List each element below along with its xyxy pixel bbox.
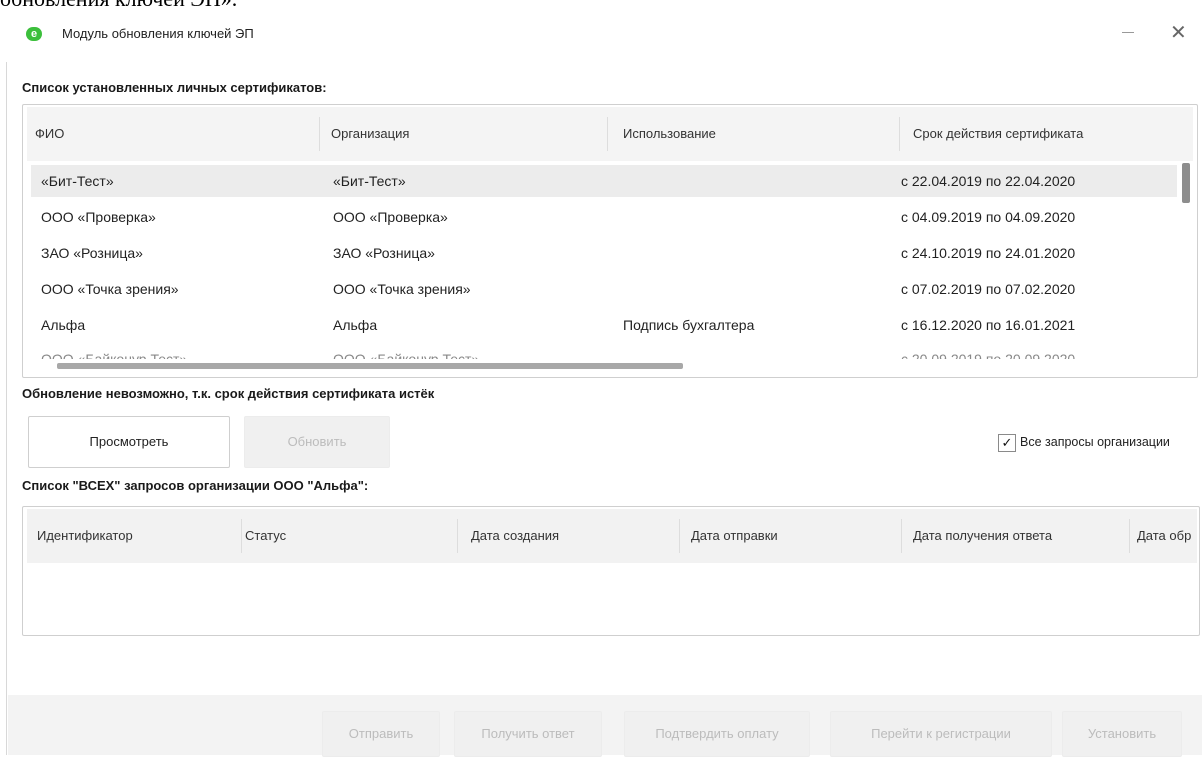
document-caption-fragment: обновления ключей ЭП». <box>0 0 237 12</box>
cell-validity: с 20.09.2019 по 20.09.2020 <box>901 351 1076 359</box>
cell-fio: «Бит-Тест» <box>41 173 114 189</box>
all-requests-checkbox-label[interactable]: Все запросы организации <box>1020 435 1170 449</box>
column-separator[interactable] <box>901 519 902 553</box>
cell-usage: Подпись бухгалтера <box>623 317 755 333</box>
cell-validity: с 04.09.2019 по 04.09.2020 <box>901 209 1076 225</box>
column-header-validity[interactable]: Срок действия сертификата <box>913 107 1083 161</box>
get-response-button[interactable]: Получить ответ <box>454 711 602 757</box>
column-header-usage[interactable]: Использование <box>623 107 716 161</box>
vertical-scrollbar-thumb[interactable] <box>1182 163 1190 203</box>
confirm-payment-button[interactable]: Подтвердить оплату <box>624 711 810 757</box>
column-separator[interactable] <box>319 117 320 151</box>
checkbox-check-icon[interactable]: ✓ <box>998 434 1016 452</box>
column-header-id[interactable]: Идентификатор <box>37 509 133 563</box>
cell-validity: с 07.02.2019 по 07.02.2020 <box>901 281 1076 297</box>
send-button[interactable]: Отправить <box>322 711 440 757</box>
column-separator[interactable] <box>457 519 458 553</box>
table-row[interactable]: ООО «Точка зрения» ООО «Точка зрения» с … <box>31 273 1177 305</box>
window-title: Модуль обновления ключей ЭП <box>62 26 254 41</box>
cell-fio: Альфа <box>41 317 86 333</box>
cell-fio: ООО «Точка зрения» <box>41 281 179 297</box>
requests-table-header: Идентификатор Статус Дата создания Дата … <box>27 509 1197 563</box>
table-row[interactable]: ООО «Проверка» ООО «Проверка» с 04.09.20… <box>31 201 1177 233</box>
requests-table: Идентификатор Статус Дата создания Дата … <box>22 506 1200 636</box>
cell-fio: ООО «Байконур Тест» <box>41 351 188 359</box>
certificates-section-title: Список установленных личных сертификатов… <box>22 80 327 95</box>
cell-org: ООО «Проверка» <box>333 209 448 225</box>
column-separator[interactable] <box>1129 519 1130 553</box>
table-row[interactable]: ООО «Байконур Тест» ООО «Байконур Тест» … <box>31 343 1177 359</box>
app-logo-icon: e <box>26 27 42 41</box>
title-bar: e Модуль обновления ключей ЭП ✕ <box>0 16 1202 52</box>
column-header-fio[interactable]: ФИО <box>35 107 64 161</box>
cell-validity: с 24.10.2019 по 24.01.2020 <box>901 245 1076 261</box>
cell-validity: с 22.04.2019 по 22.04.2020 <box>901 173 1076 189</box>
install-button[interactable]: Установить <box>1062 711 1182 757</box>
close-icon[interactable]: ✕ <box>1170 20 1187 45</box>
cell-org: «Бит-Тест» <box>333 173 406 189</box>
cell-org: ООО «Точка зрения» <box>333 281 471 297</box>
horizontal-scrollbar-thumb[interactable] <box>57 363 683 369</box>
status-message: Обновление невозможно, т.к. срок действи… <box>22 386 435 401</box>
certificates-table: ФИО Организация Использование Срок дейст… <box>22 104 1198 378</box>
view-button[interactable]: Просмотреть <box>28 416 230 468</box>
column-header-response-date[interactable]: Дата получения ответа <box>913 509 1052 563</box>
column-separator[interactable] <box>679 519 680 553</box>
column-separator[interactable] <box>241 519 242 553</box>
update-button[interactable]: Обновить <box>244 416 390 468</box>
cell-fio: ООО «Проверка» <box>41 209 156 225</box>
cell-org: ЗАО «Розница» <box>333 245 435 261</box>
footer-action-bar: Отправить Получить ответ Подтвердить опл… <box>8 695 1202 757</box>
table-row[interactable]: Альфа Альфа Подпись бухгалтера с 16.12.2… <box>31 309 1177 341</box>
window-border <box>6 62 7 755</box>
column-header-org[interactable]: Организация <box>331 107 409 161</box>
go-to-registration-button[interactable]: Перейти к регистрации <box>830 711 1052 757</box>
certificates-table-header: ФИО Организация Использование Срок дейст… <box>27 107 1193 161</box>
requests-section-title: Список "ВСЕХ" запросов организации ООО "… <box>22 478 369 493</box>
column-separator[interactable] <box>607 117 608 151</box>
cell-fio: ЗАО «Розница» <box>41 245 143 261</box>
minimize-icon[interactable] <box>1122 32 1134 33</box>
cell-org: Альфа <box>333 317 378 333</box>
column-header-created[interactable]: Дата создания <box>471 509 559 563</box>
column-header-sent[interactable]: Дата отправки <box>691 509 778 563</box>
column-header-processed-date[interactable]: Дата обр <box>1137 509 1191 563</box>
column-header-status[interactable]: Статус <box>245 509 286 563</box>
table-row[interactable]: «Бит-Тест» «Бит-Тест» с 22.04.2019 по 22… <box>31 165 1177 197</box>
column-separator[interactable] <box>899 117 900 151</box>
cell-validity: с 16.12.2020 по 16.01.2021 <box>901 317 1076 333</box>
table-row[interactable]: ЗАО «Розница» ЗАО «Розница» с 24.10.2019… <box>31 237 1177 269</box>
cell-org: ООО «Байконур Тест» <box>333 351 480 359</box>
